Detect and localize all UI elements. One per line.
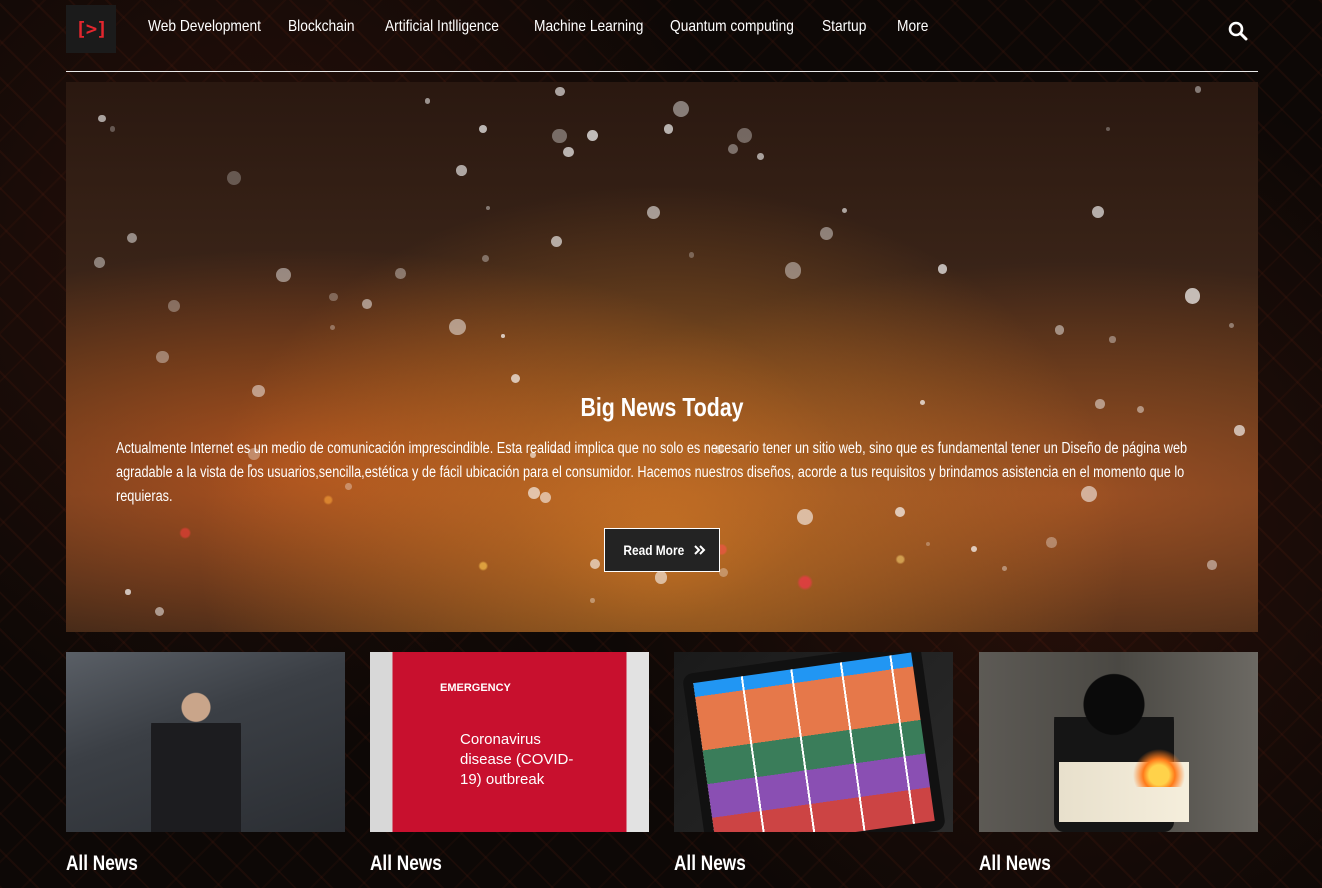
news-card-3[interactable]: All News: [674, 652, 953, 876]
snowflake: [756, 153, 764, 161]
snowflake: [673, 100, 690, 118]
hero-title: Big News Today: [580, 392, 744, 422]
snowflake: [395, 268, 406, 279]
snowflake: [329, 292, 339, 302]
snowflake: [796, 508, 813, 525]
snowflake: [127, 232, 138, 243]
main-menu: Web Development Blockchain Artificial In…: [148, 18, 939, 36]
nav-item-quantum-computing[interactable]: Quantum computing: [670, 18, 796, 36]
snowflake: [727, 144, 738, 155]
news-card-caption[interactable]: All News: [370, 852, 599, 876]
snowflake: [485, 206, 490, 211]
snowflake: [1001, 565, 1007, 571]
news-card-caption[interactable]: All News: [674, 852, 903, 876]
news-card-image[interactable]: [66, 652, 345, 832]
snowflake: [1234, 424, 1245, 436]
read-more-label: Read More: [623, 542, 685, 558]
news-card-image[interactable]: [674, 652, 953, 832]
snowflake: [276, 267, 292, 283]
snowflake: [501, 334, 506, 338]
snowflake: [1055, 325, 1065, 335]
snowflake: [1109, 336, 1116, 343]
news-card-caption[interactable]: All News: [66, 852, 295, 876]
snowflake: [646, 206, 660, 220]
snowflake: [590, 598, 595, 603]
emergency-sign-text: Coronavirus disease (COVID-19) outbreak: [460, 731, 574, 788]
nav-item-startup[interactable]: Startup: [822, 18, 881, 36]
snowflake: [820, 226, 834, 240]
snowflake: [455, 164, 467, 176]
news-card-caption[interactable]: All News: [979, 852, 1208, 876]
snowflake: [688, 252, 695, 258]
snowflake: [555, 86, 565, 97]
angle-double-right-icon: [694, 545, 706, 555]
snowflake: [663, 124, 673, 134]
news-card-image[interactable]: [979, 652, 1258, 832]
hero-description: Actualmente Internet es un medio de comu…: [116, 440, 1188, 505]
read-more-button[interactable]: Read More: [604, 528, 720, 572]
snowflake: [98, 114, 107, 123]
snowflake: [424, 97, 431, 104]
snowflake: [1092, 206, 1105, 219]
snowflake: [1207, 560, 1217, 570]
snowflake: [1184, 288, 1201, 304]
snowflake: [94, 256, 106, 268]
snowflake: [449, 318, 466, 336]
snowflake: [552, 128, 567, 143]
news-cards: All News EMERGENCY Coronavirus disease (…: [66, 652, 1258, 888]
news-card-image[interactable]: EMERGENCY Coronavirus disease (COVID-19)…: [370, 652, 649, 832]
snowflake: [167, 299, 180, 312]
emergency-sign-heading: EMERGENCY: [440, 682, 511, 694]
snowflake: [1194, 85, 1202, 93]
snowflake: [361, 299, 372, 309]
presenter-figure: [151, 687, 241, 832]
snowflake: [550, 235, 563, 247]
site-logo[interactable]: [>]: [66, 5, 116, 53]
snowflake: [227, 170, 242, 185]
nav-item-blockchain[interactable]: Blockchain: [288, 18, 366, 36]
snowflake: [589, 558, 600, 569]
snowflake: [125, 589, 131, 595]
snowflake: [479, 125, 487, 133]
snowflake: [784, 262, 802, 279]
nav-item-more[interactable]: More: [897, 18, 928, 36]
nav-item-web-development[interactable]: Web Development: [148, 18, 263, 36]
snowflake: [736, 127, 753, 144]
snowflake: [563, 146, 574, 158]
nav-item-artificial-intelligence[interactable]: Artificial Intlligence: [385, 18, 508, 36]
news-card-2[interactable]: EMERGENCY Coronavirus disease (COVID-19)…: [370, 652, 649, 876]
hero-banner: Big News Today Actualmente Internet es u…: [66, 82, 1258, 632]
news-card-4[interactable]: All News: [979, 652, 1258, 876]
snowflake: [511, 373, 521, 383]
news-card-1[interactable]: All News: [66, 652, 345, 876]
snowflake: [156, 351, 169, 364]
search-icon[interactable]: [1228, 21, 1248, 41]
snowflake: [1046, 537, 1057, 548]
snowflake: [1105, 126, 1110, 131]
flame: [1129, 747, 1189, 787]
tablet-device: [681, 652, 947, 832]
snowflake: [110, 126, 116, 132]
nav-item-machine-learning[interactable]: Machine Learning: [534, 18, 646, 36]
snowflake: [841, 207, 848, 214]
snowflake: [586, 130, 598, 142]
top-navbar: [>] Web Development Blockchain Artificia…: [66, 0, 1258, 72]
snowflake: [482, 255, 489, 263]
snowflake: [937, 264, 948, 274]
snowflake: [654, 571, 667, 584]
